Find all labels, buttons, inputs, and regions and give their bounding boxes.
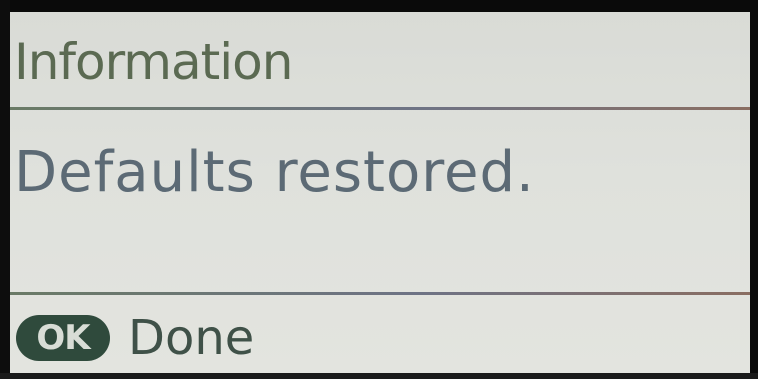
status-message: Defaults restored. bbox=[14, 140, 535, 205]
done-label: Done bbox=[128, 310, 255, 366]
bezel-left bbox=[0, 0, 10, 379]
screen-title: Information bbox=[14, 33, 293, 91]
lcd-screen: Information Defaults restored. OK Done bbox=[10, 12, 750, 373]
printer-panel: Information Defaults restored. OK Done bbox=[0, 0, 758, 379]
bezel-right bbox=[750, 0, 758, 379]
footer-bar: OK Done bbox=[16, 308, 254, 368]
ok-button-icon[interactable]: OK bbox=[16, 315, 110, 361]
title-divider bbox=[10, 107, 750, 110]
bezel-bottom bbox=[0, 373, 758, 379]
footer-divider bbox=[10, 292, 750, 295]
bezel-top bbox=[0, 0, 758, 12]
